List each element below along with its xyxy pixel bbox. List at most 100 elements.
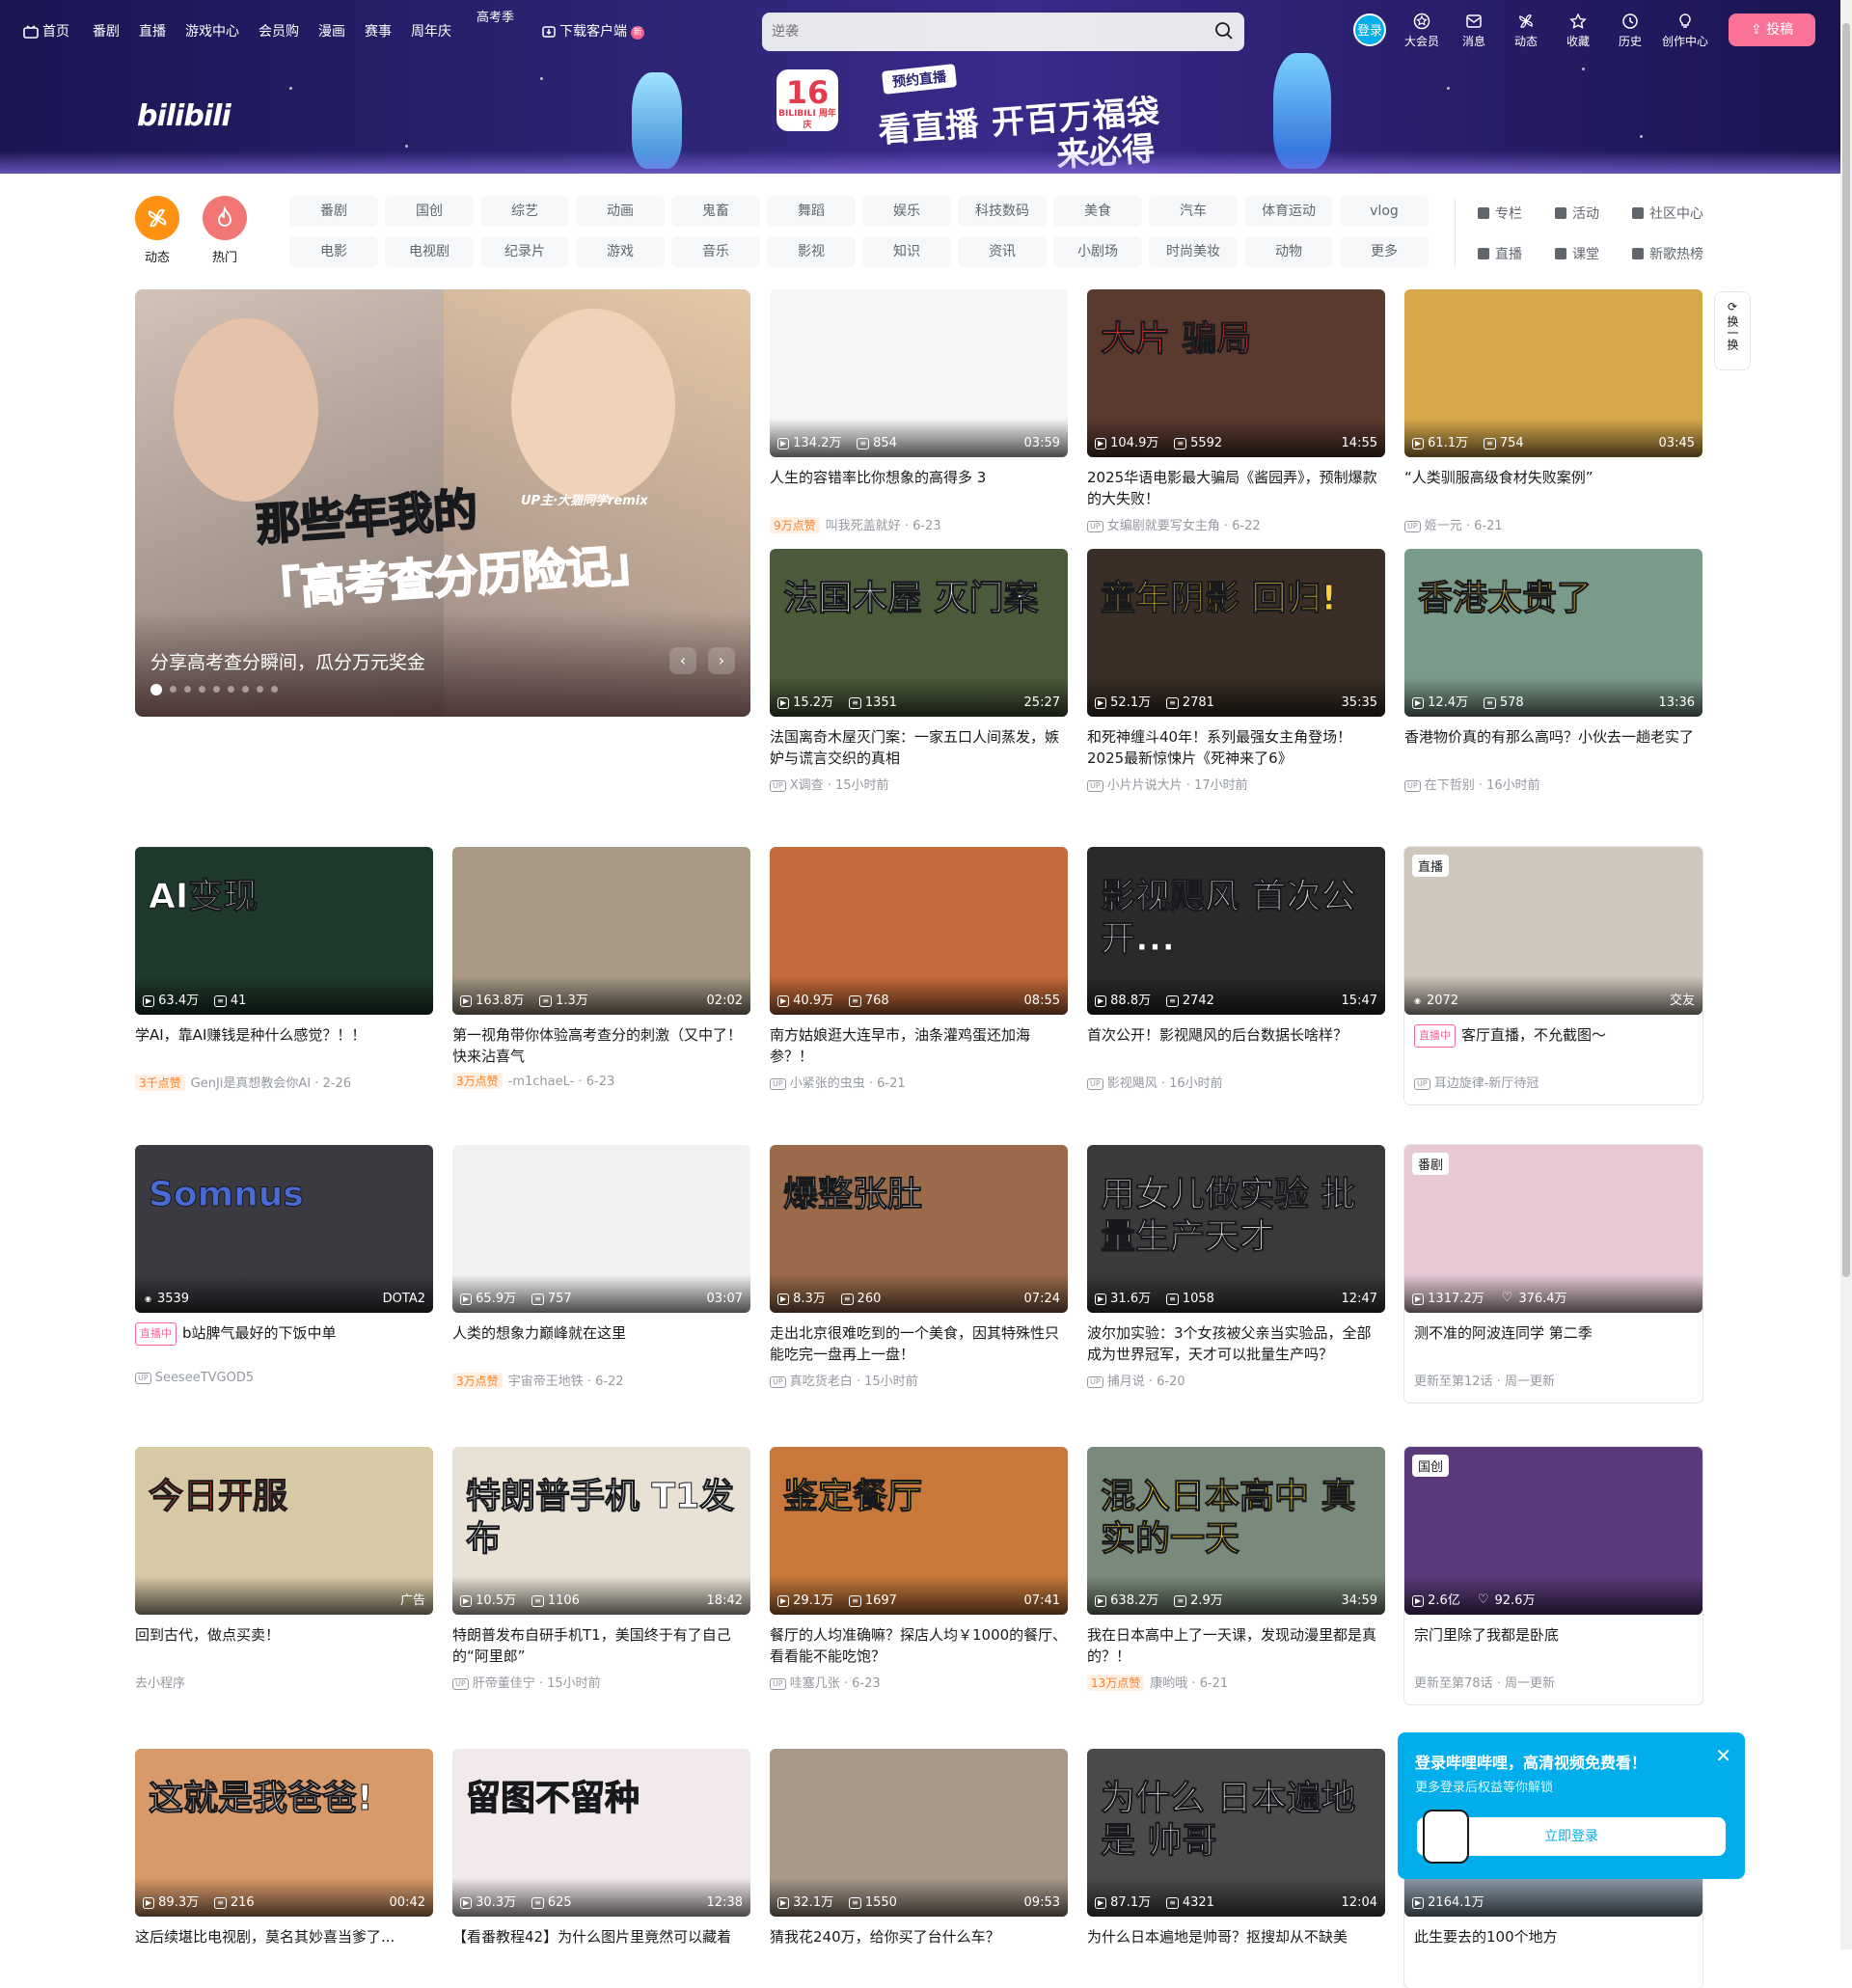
video-thumbnail[interactable]: 番剧 1317.2万 376.4万 bbox=[1404, 1145, 1702, 1313]
video-thumbnail[interactable]: 鉴定餐厅 29.1万 1697 07:41 bbox=[770, 1447, 1068, 1615]
video-title[interactable]: 直播中 客厅直播，不允截图～ bbox=[1404, 1024, 1702, 1067]
author-name[interactable]: 姬一元 bbox=[1425, 519, 1462, 533]
video-card[interactable]: 为什么 日本遍地是 帅哥 87.1万 4321 12:04 为什么日本遍地是帅哥？… bbox=[1087, 1749, 1385, 1974]
nav-manga[interactable]: 漫画 bbox=[318, 21, 345, 41]
carousel-dot[interactable] bbox=[257, 686, 263, 693]
video-card[interactable]: 法国木屋 灭门案 15.2万 1351 25:27 法国离奇木屋灭门案：一家五口人… bbox=[770, 549, 1068, 793]
video-thumbnail[interactable]: 为什么 日本遍地是 帅哥 87.1万 4321 12:04 bbox=[1087, 1749, 1385, 1917]
video-thumbnail[interactable]: 65.9万 757 03:07 bbox=[452, 1145, 750, 1313]
channel-tag[interactable]: 汽车 bbox=[1149, 196, 1238, 227]
channel-tag[interactable]: 更多 bbox=[1340, 236, 1429, 267]
author-name[interactable]: 影视飓风 bbox=[1107, 1076, 1158, 1091]
upload-button[interactable]: ⇪ 投稿 bbox=[1729, 14, 1815, 46]
author-name[interactable]: 女编剧就要写女主角 bbox=[1107, 519, 1220, 533]
nav-dynamic[interactable]: 动态 bbox=[1502, 13, 1550, 49]
video-title[interactable]: 人类的想象力巅峰就在这里 bbox=[452, 1322, 750, 1365]
video-card[interactable]: 番剧 1317.2万 376.4万 测不准的阿波连同学 第二季 更新至第12话 ·… bbox=[1404, 1145, 1702, 1402]
nav-mall[interactable]: 会员购 bbox=[259, 21, 299, 41]
video-title[interactable]: 这后续堪比电视剧，莫名其妙喜当爹了... bbox=[135, 1926, 433, 1969]
nav-vip[interactable]: 大会员 bbox=[1398, 13, 1446, 49]
author-name[interactable]: SeeseeTVGOD5 bbox=[155, 1371, 254, 1385]
video-title[interactable]: 我在日本高中上了一天课，发现动漫里都是真的？！ bbox=[1087, 1624, 1385, 1667]
video-card[interactable]: 香港太贵了 12.4万 578 13:36 香港物价真的有那么高吗？小伙去一趟老实… bbox=[1404, 549, 1702, 793]
video-title[interactable]: 【看番教程42】为什么图片里竟然可以藏着 bbox=[452, 1926, 750, 1969]
nav-bangumi[interactable]: 番剧 bbox=[93, 21, 120, 41]
channel-tag[interactable]: 音乐 bbox=[671, 236, 760, 267]
video-card[interactable]: 留图不留种 30.3万 625 12:38 【看番教程42】为什么图片里竟然可以藏… bbox=[452, 1749, 750, 1974]
nav-history[interactable]: 历史 bbox=[1606, 13, 1654, 49]
video-title[interactable]: 餐厅的人均准确嘛？探店人均￥1000的餐厅、看看能不能吃饱？ bbox=[770, 1624, 1068, 1667]
hero-carousel[interactable]: 那些年我的 UP主·大猫同学remix 「高考查分历险记」 分享高考查分瞬间，瓜… bbox=[135, 289, 750, 717]
video-title[interactable]: 走出北京很难吃到的一个美食，因其特殊性只能吃完一盘再上一盘！ bbox=[770, 1322, 1068, 1365]
author-name[interactable]: 更新至第12话 bbox=[1414, 1375, 1493, 1389]
video-title[interactable]: 为什么日本遍地是帅哥？抠搜却从不缺美 bbox=[1087, 1926, 1385, 1969]
video-thumbnail[interactable]: 特朗普手机 T1发布 10.5万 1106 18:42 bbox=[452, 1447, 750, 1615]
video-title[interactable]: 直播中 b站脾气最好的下饭中单 bbox=[135, 1322, 433, 1365]
channel-tag[interactable]: 鬼畜 bbox=[671, 196, 760, 227]
video-card[interactable]: 用女儿做实验 批量生产天才 31.6万 1058 12:47 波尔加实验：3个女孩… bbox=[1087, 1145, 1385, 1389]
video-thumbnail[interactable]: 61.1万 754 03:45 bbox=[1404, 289, 1702, 457]
side-link-live[interactable]: 直播 bbox=[1478, 244, 1522, 263]
side-link-column[interactable]: 专栏 bbox=[1478, 204, 1522, 223]
video-title[interactable]: 法国离奇木屋灭门案：一家五口人间蒸发，嫉妒与谎言交织的真相 bbox=[770, 726, 1068, 769]
video-thumbnail[interactable]: AI变现 63.4万 41 bbox=[135, 847, 433, 1015]
carousel-dot[interactable] bbox=[184, 686, 191, 693]
channel-tag[interactable]: 动物 bbox=[1244, 236, 1333, 267]
video-card[interactable]: 直播 2072 交友 直播中客厅直播，不允截图～ UP 耳边旋律-新厅待冠 bbox=[1404, 847, 1702, 1104]
channel-tag[interactable]: 小剧场 bbox=[1053, 236, 1142, 267]
carousel-dot[interactable] bbox=[150, 683, 162, 695]
video-card[interactable]: 大片 骗局 104.9万 5592 14:55 2025华语电影最大骗局《酱园弄》… bbox=[1087, 289, 1385, 533]
channel-tag[interactable]: 影视 bbox=[767, 236, 856, 267]
video-card[interactable]: AI变现 63.4万 41 学AI，靠AI赚钱是种什么感觉？！！ 3千点赞 GenJ… bbox=[135, 847, 433, 1091]
author-name[interactable]: 小片片说大片 bbox=[1107, 778, 1183, 793]
author-name[interactable]: 康哟哦 bbox=[1150, 1676, 1187, 1691]
channel-hot[interactable]: 热门 bbox=[203, 196, 247, 265]
video-thumbnail[interactable]: 134.2万 854 03:59 bbox=[770, 289, 1068, 457]
author-name[interactable]: 捕月说 bbox=[1107, 1375, 1145, 1389]
video-title[interactable]: 此生要去的100个地方 bbox=[1404, 1926, 1702, 1969]
video-title[interactable]: “人类驯服高级食材失败案例” bbox=[1404, 467, 1702, 509]
author-name[interactable]: -m1chaeL- bbox=[508, 1075, 575, 1089]
video-thumbnail[interactable]: 留图不留种 30.3万 625 12:38 bbox=[452, 1749, 750, 1917]
video-title[interactable]: 波尔加实验：3个女孩被父亲当实验品，全部成为世界冠军，天才可以批量生产吗？ bbox=[1087, 1322, 1385, 1365]
video-card[interactable]: 鉴定餐厅 29.1万 1697 07:41 餐厅的人均准确嘛？探店人均￥1000的… bbox=[770, 1447, 1068, 1691]
carousel-dot[interactable] bbox=[170, 686, 177, 693]
channel-tag[interactable]: vlog bbox=[1340, 196, 1429, 227]
author-name[interactable]: 肝帝董佳宁 bbox=[473, 1676, 535, 1691]
video-thumbnail[interactable]: 这就是我爸爸! 89.3万 216 00:42 bbox=[135, 1749, 433, 1917]
video-thumbnail[interactable]: 直播 2072 交友 bbox=[1404, 847, 1702, 1015]
scrollbar-thumb[interactable] bbox=[1842, 23, 1850, 1277]
video-title[interactable]: 香港物价真的有那么高吗？小伙去一趟老实了 bbox=[1404, 726, 1702, 769]
video-card[interactable]: 影视飓风 首次公开... 88.8万 2742 15:47 首次公开！影视飓风的后… bbox=[1087, 847, 1385, 1091]
video-card[interactable]: Somnus 3539 DOTA2 直播中 b站脾气最好的下饭中单 UP Seese… bbox=[135, 1145, 433, 1385]
author-name[interactable]: 在下哲别 bbox=[1425, 778, 1475, 793]
search-icon[interactable] bbox=[1213, 20, 1235, 45]
author-name[interactable]: 耳边旋律-新厅待冠 bbox=[1434, 1076, 1539, 1091]
video-card[interactable]: 混入日本高中 真实的一天 638.2万 2.9万 34:59 我在日本高中上了一天… bbox=[1087, 1447, 1385, 1691]
video-thumbnail[interactable]: 香港太贵了 12.4万 578 13:36 bbox=[1404, 549, 1702, 717]
login-avatar-button[interactable]: 登录 bbox=[1353, 14, 1386, 46]
channel-tag[interactable]: 舞蹈 bbox=[767, 196, 856, 227]
author-name[interactable]: 去小程序 bbox=[135, 1676, 185, 1691]
author-name[interactable]: 叫我死盖就好 bbox=[826, 519, 901, 533]
video-title[interactable]: 测不准的阿波连同学 第二季 bbox=[1404, 1322, 1702, 1365]
scrollbar[interactable] bbox=[1840, 0, 1852, 1949]
channel-tag[interactable]: 游戏 bbox=[576, 236, 665, 267]
video-thumbnail[interactable]: 童年阴影 回归! 52.1万 2781 35:35 bbox=[1087, 549, 1385, 717]
author-name[interactable]: 哇塞几张 bbox=[790, 1676, 840, 1691]
video-card[interactable]: 今日开服 广告 回到古代，做点买卖！ 去小程序 bbox=[135, 1447, 433, 1691]
video-title[interactable]: 2025华语电影最大骗局《酱园弄》，预制爆款的大失败！ bbox=[1087, 467, 1385, 509]
author-name[interactable]: 小紧张的虫虫 bbox=[790, 1076, 865, 1091]
video-card[interactable]: 童年阴影 回归! 52.1万 2781 35:35 和死神缠斗40年！系列最强女主… bbox=[1087, 549, 1385, 793]
search-input[interactable] bbox=[772, 18, 1186, 45]
video-title[interactable]: 回到古代，做点买卖！ bbox=[135, 1624, 433, 1667]
video-title[interactable]: 特朗普发布自研手机T1，美国终于有了自己的“阿里郎” bbox=[452, 1624, 750, 1667]
carousel-prev-button[interactable]: ‹ bbox=[669, 647, 696, 674]
hero-caption[interactable]: 分享高考查分瞬间，瓜分万元奖金 bbox=[150, 648, 425, 674]
video-thumbnail[interactable]: Somnus 3539 DOTA2 bbox=[135, 1145, 433, 1313]
nav-download[interactable]: 下载客户端新 bbox=[542, 21, 644, 41]
channel-tag[interactable]: 体育运动 bbox=[1244, 196, 1333, 227]
video-thumbnail[interactable]: 混入日本高中 真实的一天 638.2万 2.9万 34:59 bbox=[1087, 1447, 1385, 1615]
video-card[interactable]: 爆整张肚 8.3万 260 07:24 走出北京很难吃到的一个美食，因其特殊性只能… bbox=[770, 1145, 1068, 1389]
nav-favorite[interactable]: 收藏 bbox=[1554, 13, 1602, 49]
